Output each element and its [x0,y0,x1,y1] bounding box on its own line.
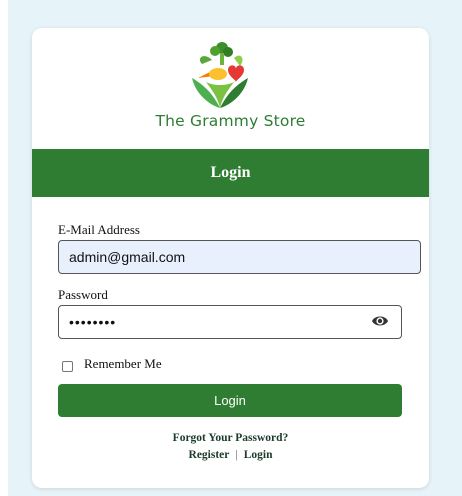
login-card: The Grammy Store Login E-Mail Address ad… [32,28,429,488]
remember-checkbox[interactable] [62,361,73,372]
login-header: Login [32,149,429,197]
email-label: E-Mail Address [58,222,140,237]
login-link[interactable]: Login [244,449,273,461]
password-field[interactable]: •••••••• [58,305,402,339]
email-field[interactable]: admin@gmail.com [58,240,421,274]
email-value: admin@gmail.com [69,249,186,265]
eye-icon[interactable] [371,314,389,328]
password-value: •••••••• [69,314,117,330]
login-button-label: Login [214,393,246,408]
grocery-basket-logo [192,42,248,108]
remember-label: Remember Me [84,356,162,371]
password-label: Password [58,287,108,302]
login-button[interactable]: Login [58,384,402,417]
footer-links: Register | Login [32,449,429,461]
brand-name: The Grammy Store [155,112,306,130]
page-title: Login [210,164,251,181]
forgot-password-link[interactable]: Forgot Your Password? [32,432,429,444]
register-link[interactable]: Register [189,449,230,461]
link-separator: | [235,449,238,461]
